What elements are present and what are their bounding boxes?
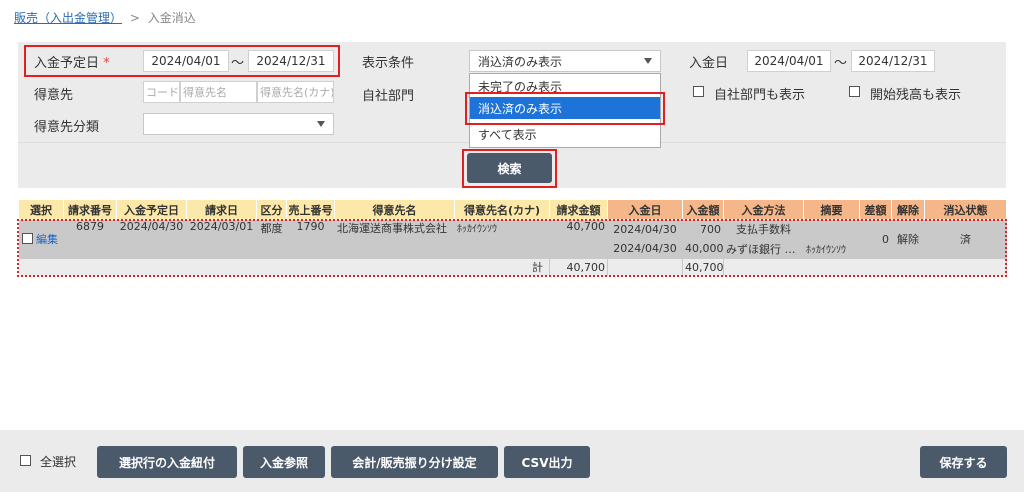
header-diff: 差額: [859, 199, 892, 220]
results-table: 選択 請求番号 入金予定日 請求日 区分 売上番号 得意先名 得意先名(カナ) …: [18, 199, 1007, 276]
edit-link[interactable]: 編集: [36, 233, 58, 246]
header-select: 選択: [18, 199, 64, 220]
due-date-from-input[interactable]: 2024/04/01: [143, 50, 229, 72]
payment-amount-cell: 40,000: [682, 238, 724, 259]
payment-reference-button[interactable]: 入金参照: [243, 446, 325, 478]
sales-no-link[interactable]: 1790: [286, 219, 335, 259]
invoice-date-cell: 2024/03/01: [186, 219, 257, 259]
payment-date-tilde: 〜: [834, 56, 848, 71]
header-sales-no: 売上番号: [286, 199, 335, 220]
link-payment-button[interactable]: 選択行の入金紐付: [97, 446, 237, 478]
show-department-label: 自社部門も表示: [714, 88, 806, 103]
diff-cell: 0: [859, 219, 892, 259]
csv-export-button[interactable]: CSV出力: [504, 446, 590, 478]
payment-method-cell: みずほ銀行 …: [723, 238, 804, 259]
payment-date-label: 入金日: [689, 56, 729, 71]
customer-cell: 北海運送商事株式会社: [334, 219, 455, 259]
total-label: 計: [18, 258, 550, 276]
header-customer: 得意先名: [334, 199, 455, 220]
breadcrumb-separator: >: [129, 11, 140, 25]
search-button[interactable]: 検索: [467, 153, 552, 183]
header-invoice-date: 請求日: [186, 199, 257, 220]
header-invoice-no: 請求番号: [63, 199, 117, 220]
cleared-option-highlight: [465, 92, 665, 125]
header-due-date: 入金予定日: [116, 199, 187, 220]
status-cell: 済: [924, 219, 1007, 259]
dropdown-option-all[interactable]: すべて表示: [470, 123, 660, 145]
table-header-row: 選択 請求番号 入金予定日 請求日 区分 売上番号 得意先名 得意先名(カナ) …: [18, 199, 1007, 220]
total-paid: 40,700: [682, 258, 724, 276]
header-memo: 摘要: [803, 199, 860, 220]
header-release: 解除: [891, 199, 925, 220]
customer-kana-cell: ﾎｯｶｲｳﾝｿｳ: [454, 219, 550, 259]
payment-amount-cell: 700: [682, 219, 724, 239]
display-condition-select[interactable]: 消込済のみ表示: [469, 50, 661, 72]
customer-code-input[interactable]: コード: [143, 81, 180, 103]
customer-category-label: 得意先分類: [34, 120, 100, 135]
show-department-checkbox[interactable]: [693, 86, 704, 97]
customer-kana-input[interactable]: 得意先名(カナ): [257, 81, 334, 103]
payment-method-cell: 支払手数料: [723, 219, 804, 239]
display-condition-label: 表示条件: [362, 56, 415, 71]
type-cell: 都度: [256, 219, 287, 259]
customer-label: 得意先: [34, 88, 74, 103]
row-select-checkbox[interactable]: [21, 233, 33, 245]
header-amount: 請求金額: [549, 199, 608, 220]
release-link[interactable]: 解除: [891, 219, 925, 259]
header-status: 消込状態: [924, 199, 1007, 220]
header-payment-amount: 入金額: [682, 199, 724, 220]
due-date-label: 入金予定日 *: [34, 56, 110, 71]
header-payment-method: 入金方法: [723, 199, 804, 220]
header-payment-date: 入金日: [607, 199, 683, 220]
table-row: 編集 6879 2024/04/30 2024/03/01 都度 1790 北海…: [18, 219, 1007, 259]
select-cell: 編集: [18, 219, 64, 259]
select-all-label: 全選択: [40, 455, 77, 469]
payment-date-to-input[interactable]: 2024/12/31: [851, 50, 935, 72]
payment-date-from-input[interactable]: 2024/04/01: [747, 50, 831, 72]
save-button[interactable]: 保存する: [920, 446, 1007, 478]
customer-name-input[interactable]: 得意先名: [180, 81, 257, 103]
amount-cell: 40,700: [549, 219, 608, 259]
due-date-to-input[interactable]: 2024/12/31: [248, 50, 334, 72]
department-label: 自社部門: [362, 89, 415, 104]
total-amount: 40,700: [549, 258, 608, 276]
memo-cell: [803, 219, 860, 239]
customer-category-select[interactable]: [143, 113, 334, 135]
memo-cell: ﾎｯｶｲｳﾝｿｳ: [803, 238, 860, 259]
show-opening-label: 開始残高も表示: [870, 88, 962, 103]
allocation-settings-button[interactable]: 会計/販売振り分け設定: [331, 446, 498, 478]
due-date-tilde: 〜: [231, 56, 245, 71]
due-date-cell: 2024/04/30: [116, 219, 187, 259]
payment-date-cell: 2024/04/30: [607, 238, 683, 259]
select-all-checkbox[interactable]: [20, 455, 31, 466]
header-customer-kana: 得意先名(カナ): [454, 199, 550, 220]
breadcrumb: 販売（入出金管理） > 入金消込: [14, 9, 196, 26]
chevron-down-icon: [644, 58, 652, 64]
table-total-row: 計 40,700 40,700: [18, 258, 1007, 276]
show-opening-checkbox[interactable]: [849, 86, 860, 97]
breadcrumb-parent-link[interactable]: 販売（入出金管理）: [14, 11, 122, 25]
chevron-down-icon: [317, 121, 325, 127]
header-type: 区分: [256, 199, 287, 220]
payment-date-cell: 2024/04/30: [607, 219, 683, 239]
breadcrumb-current: 入金消込: [147, 11, 196, 25]
invoice-no-link[interactable]: 6879: [63, 219, 117, 259]
